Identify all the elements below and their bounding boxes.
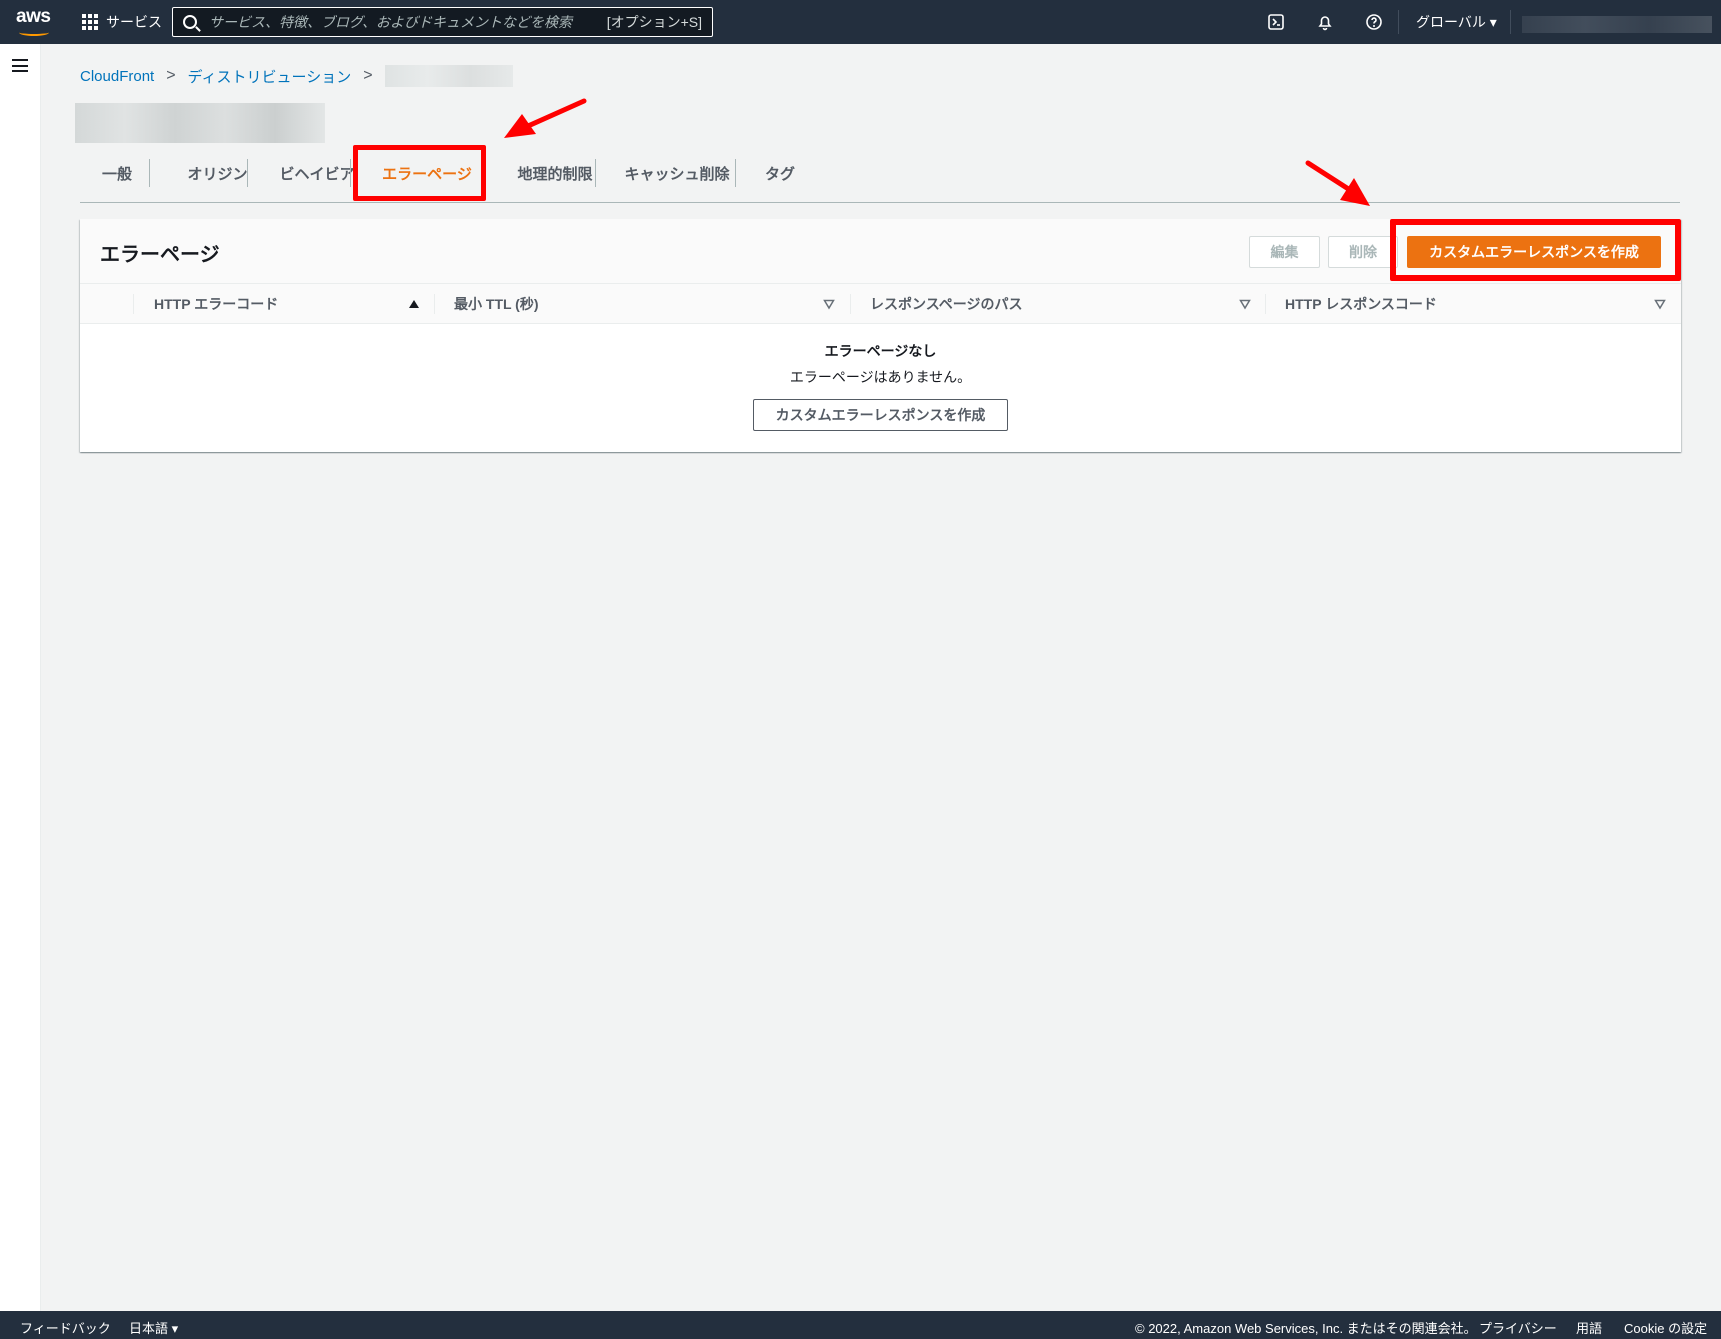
edit-button[interactable]: 編集 [1249, 236, 1320, 268]
footer-privacy-link[interactable]: プライバシー [1479, 1318, 1557, 1337]
tab-divider [247, 159, 248, 187]
sort-caret-icon[interactable] [1654, 298, 1666, 310]
search-input[interactable]: サービス、特徴、ブログ、およびドキュメントなどを検索 [オプション+S] [172, 7, 713, 37]
bell-icon[interactable] [1316, 13, 1334, 31]
chevron-right-icon: > [363, 67, 373, 84]
table-header: HTTP エラーコード 最小 TTL (秒) レスポンスページのパス HTTP … [80, 284, 1681, 324]
sort-caret-icon[interactable] [823, 298, 835, 310]
footer-terms-link[interactable]: 用語 [1576, 1318, 1602, 1337]
column-header-response-page-path[interactable]: レスポンスページのパス [870, 284, 1022, 324]
hamburger-menu-icon[interactable] [12, 59, 28, 72]
annotation-highlight-box [1390, 219, 1681, 281]
tab-general[interactable]: 一般 [80, 155, 154, 191]
help-icon[interactable] [1365, 13, 1383, 31]
nav-divider [1398, 10, 1399, 34]
search-icon [183, 15, 197, 29]
search-placeholder: サービス、特徴、ブログ、およびドキュメントなどを検索 [209, 14, 573, 30]
services-label: サービス [106, 14, 162, 30]
empty-state-text: エラーページはありません。 [789, 369, 972, 385]
top-navigation: aws サービス サービス、特徴、ブログ、およびドキュメントなどを検索 [オプシ… [0, 0, 1721, 44]
tab-divider [735, 159, 736, 187]
column-header-min-ttl[interactable]: 最小 TTL (秒) [454, 284, 539, 324]
delete-button[interactable]: 削除 [1328, 236, 1398, 268]
footer-copyright: © 2022, Amazon Web Services, Inc. またはその関… [1135, 1321, 1477, 1336]
tab-bar: 一般 オリジン ビヘイビア エラーページ 地理的制限 キャッシュ削除 タグ [80, 155, 1680, 203]
column-divider [1265, 294, 1266, 314]
sort-caret-icon[interactable] [1239, 298, 1251, 310]
tab-geographic-restrictions[interactable]: 地理的制限 [492, 155, 618, 191]
cloudshell-icon[interactable] [1267, 13, 1285, 31]
tab-divider [149, 159, 150, 187]
breadcrumb-cloudfront[interactable]: CloudFront [80, 68, 154, 85]
annotation-arrow-icon [504, 98, 587, 138]
page-title-blurred [75, 103, 325, 143]
grid-icon [82, 14, 98, 30]
aws-logo[interactable]: aws [16, 6, 52, 36]
region-selector[interactable]: グローバル ▾ [1416, 12, 1497, 32]
column-divider [434, 294, 435, 314]
nav-divider [1510, 10, 1511, 34]
footer-feedback-link[interactable]: フィードバック [20, 1318, 111, 1337]
tab-divider [350, 159, 351, 187]
empty-state-title: エラーページなし [824, 343, 937, 359]
column-header-http-error-code[interactable]: HTTP エラーコード [154, 284, 278, 324]
footer-language-selector[interactable]: 日本語 ▾ [129, 1318, 178, 1337]
side-navigation-rail [0, 44, 41, 1311]
sort-ascending-icon[interactable] [408, 298, 420, 310]
breadcrumb-current-blurred [384, 65, 513, 87]
column-divider [850, 294, 851, 314]
annotation-highlight-box [353, 145, 486, 201]
footer: フィードバック 日本語 ▾ © 2022, Amazon Web Service… [0, 1311, 1721, 1339]
account-menu-blurred[interactable] [1522, 16, 1712, 33]
panel-title: エラーページ [100, 244, 220, 266]
breadcrumb: CloudFront > ディストリビューション > [80, 65, 513, 87]
search-shortcut-hint: [オプション+S] [606, 14, 702, 30]
aws-smile-icon [19, 29, 49, 36]
empty-state-create-button[interactable]: カスタムエラーレスポンスを作成 [753, 399, 1008, 431]
footer-cookie-settings-link[interactable]: Cookie の設定 [1624, 1318, 1707, 1337]
annotation-arrow-icon [1305, 160, 1370, 206]
services-menu-button[interactable]: サービス [82, 11, 162, 33]
tab-tags[interactable]: タグ [745, 155, 815, 191]
tab-divider [595, 159, 596, 187]
column-header-http-response-code[interactable]: HTTP レスポンスコード [1285, 284, 1437, 324]
breadcrumb-distributions[interactable]: ディストリビューション [188, 66, 352, 87]
tab-invalidations[interactable]: キャッシュ削除 [607, 155, 747, 191]
aws-logo-text: aws [16, 6, 51, 27]
column-divider [133, 294, 134, 314]
chevron-right-icon: > [166, 67, 176, 84]
